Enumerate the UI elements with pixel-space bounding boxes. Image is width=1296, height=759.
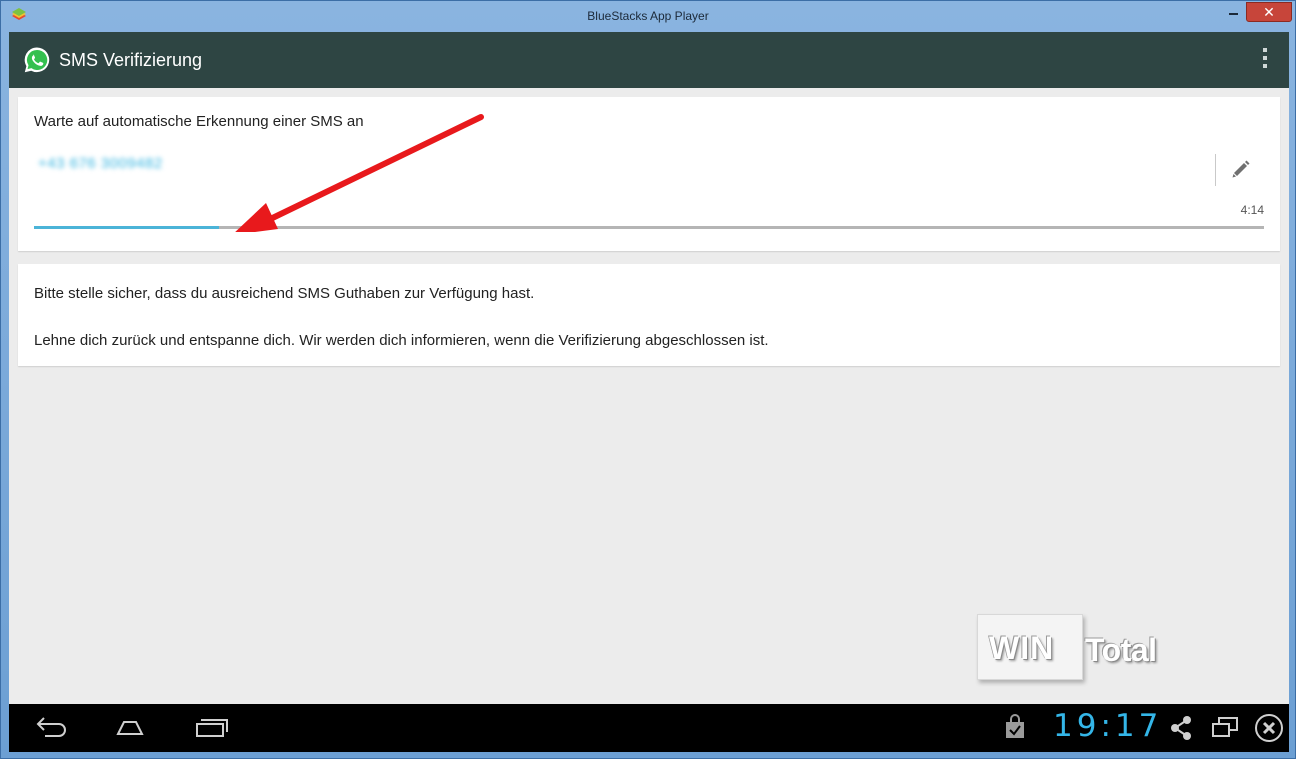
red-arrow-annotation bbox=[235, 114, 484, 232]
window-title: BlueStacks App Player bbox=[587, 9, 709, 23]
close-window-button[interactable]: ✕ bbox=[1246, 2, 1292, 22]
watermark-total: Total bbox=[1085, 632, 1157, 668]
window-titlebar[interactable]: BlueStacks App Player ✕ bbox=[1, 1, 1295, 31]
action-bar: SMS Verifizierung bbox=[9, 32, 1289, 88]
minimize-button[interactable] bbox=[1220, 2, 1246, 22]
android-navbar: 19:17 bbox=[9, 704, 1289, 752]
whatsapp-icon[interactable] bbox=[23, 46, 51, 74]
bluestacks-window: BlueStacks App Player ✕ SMS Verifizierun… bbox=[0, 0, 1296, 759]
countdown-timer: 4:14 bbox=[1240, 203, 1264, 217]
pencil-edit-icon[interactable] bbox=[1230, 158, 1252, 180]
recent-apps-icon[interactable] bbox=[189, 712, 231, 744]
android-screen: SMS Verifizierung Warte auf automatische… bbox=[9, 32, 1289, 752]
screen-title: SMS Verifizierung bbox=[59, 50, 203, 70]
progress-fill bbox=[34, 226, 219, 229]
verification-card: Warte auf automatische Erkennung einer S… bbox=[18, 97, 1280, 251]
overflow-menu-icon[interactable] bbox=[1255, 48, 1275, 72]
close-circle-icon[interactable] bbox=[1253, 712, 1285, 744]
minimize-icon bbox=[1229, 13, 1238, 15]
store-bag-icon[interactable] bbox=[1003, 712, 1027, 744]
divider bbox=[1215, 154, 1216, 186]
wintotal-watermark: WIN Total bbox=[977, 614, 1187, 684]
watermark-win: WIN bbox=[989, 630, 1055, 666]
info-card: Bitte stelle sicher, dass du ausreichend… bbox=[18, 264, 1280, 366]
info-text-credit: Bitte stelle sicher, dass du ausreichend… bbox=[34, 285, 535, 302]
info-text-relax: Lehne dich zurück und entspanne dich. Wi… bbox=[34, 332, 769, 349]
window-icon[interactable] bbox=[1209, 712, 1241, 744]
home-icon[interactable] bbox=[109, 712, 151, 744]
phone-number: +43 676 3009482 bbox=[38, 155, 163, 172]
clock: 19:17 bbox=[1053, 708, 1163, 744]
back-icon[interactable] bbox=[31, 712, 69, 744]
share-icon[interactable] bbox=[1167, 712, 1195, 744]
